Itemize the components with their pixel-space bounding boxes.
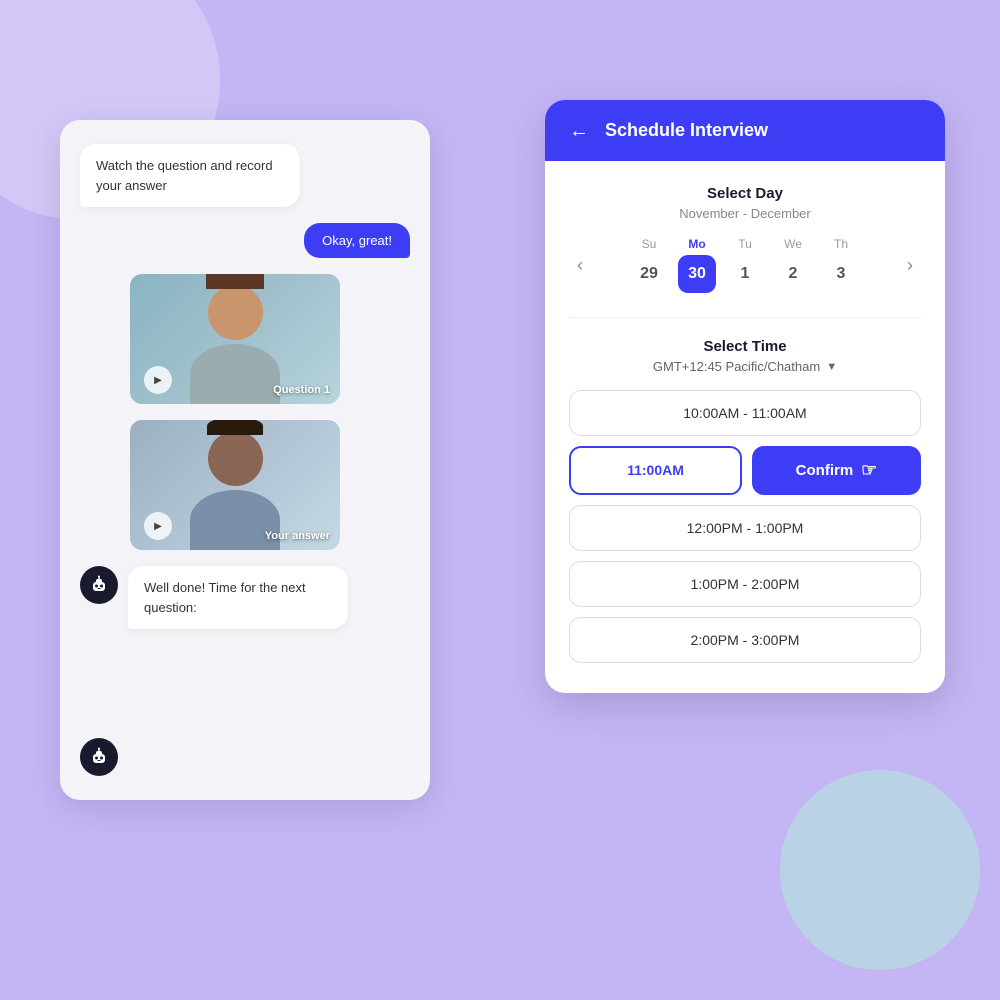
time-slot-1-label: 10:00AM - 11:00AM bbox=[683, 405, 806, 421]
time-slot-1[interactable]: 10:00AM - 11:00AM bbox=[569, 390, 921, 436]
day-section-title: Select Day bbox=[569, 185, 921, 202]
back-button[interactable]: ← bbox=[569, 121, 589, 141]
day-name-we: We bbox=[784, 237, 802, 251]
day-num-tu: 1 bbox=[726, 255, 764, 293]
selected-time-button[interactable]: 11:00AM bbox=[569, 446, 742, 495]
day-item-we[interactable]: We 2 bbox=[773, 237, 813, 293]
confirm-button[interactable]: Confirm ☞ bbox=[752, 446, 921, 495]
day-name-th: Th bbox=[834, 237, 848, 251]
time-slot-3-label: 12:00PM - 1:00PM bbox=[687, 520, 804, 536]
divider bbox=[569, 317, 921, 318]
bot-icon bbox=[89, 575, 109, 595]
schedule-title: Schedule Interview bbox=[605, 120, 768, 141]
schedule-body: Select Day November - December ‹ Su 29 M… bbox=[545, 161, 945, 693]
bot-avatar-2 bbox=[80, 738, 118, 776]
day-item-mo[interactable]: Mo 30 bbox=[677, 237, 717, 293]
head-female bbox=[208, 285, 263, 340]
timezone-row[interactable]: GMT+12:45 Pacific/Chatham ▼ bbox=[569, 359, 921, 374]
selected-time-label: 11:00AM bbox=[627, 462, 684, 478]
day-num-su: 29 bbox=[630, 255, 668, 293]
schedule-card: ← Schedule Interview Select Day November… bbox=[545, 100, 945, 693]
chat-card: Watch the question and record your answe… bbox=[60, 120, 430, 800]
confirm-label: Confirm bbox=[796, 462, 854, 479]
time-slot-4[interactable]: 1:00PM - 2:00PM bbox=[569, 561, 921, 607]
timezone-dropdown-icon: ▼ bbox=[826, 361, 837, 373]
day-name-tu: Tu bbox=[738, 237, 752, 251]
person-female bbox=[190, 274, 280, 404]
schedule-header: ← Schedule Interview bbox=[545, 100, 945, 161]
video-question[interactable]: ▶ Question 1 bbox=[130, 274, 340, 404]
day-item-su[interactable]: Su 29 bbox=[629, 237, 669, 293]
bot-bubble-1: Watch the question and record your answe… bbox=[80, 144, 300, 207]
video-answer-label: Your answer bbox=[265, 530, 330, 542]
body-female bbox=[190, 344, 280, 404]
day-item-tu[interactable]: Tu 1 bbox=[725, 237, 765, 293]
video-question-label: Question 1 bbox=[273, 384, 330, 396]
hair-male bbox=[207, 420, 263, 435]
bot-avatar bbox=[80, 566, 118, 604]
time-slot-5-label: 2:00PM - 3:00PM bbox=[691, 632, 800, 648]
day-num-we: 2 bbox=[774, 255, 812, 293]
user-message-row: Okay, great! bbox=[80, 223, 410, 258]
head-male bbox=[208, 431, 263, 486]
user-bubble: Okay, great! bbox=[304, 223, 410, 258]
time-slot-4-label: 1:00PM - 2:00PM bbox=[691, 576, 800, 592]
day-name-mo: Mo bbox=[688, 237, 705, 251]
time-slot-3[interactable]: 12:00PM - 1:00PM bbox=[569, 505, 921, 551]
day-item-th[interactable]: Th 3 bbox=[821, 237, 861, 293]
time-confirm-row: 11:00AM Confirm ☞ bbox=[569, 446, 921, 495]
timezone-text: GMT+12:45 Pacific/Chatham bbox=[653, 359, 820, 374]
video-answer[interactable]: ▶ Your answer bbox=[130, 420, 340, 550]
bot-message-row-1: Watch the question and record your answe… bbox=[80, 144, 410, 207]
day-next-button[interactable]: › bbox=[899, 251, 921, 280]
time-slot-5[interactable]: 2:00PM - 3:00PM bbox=[569, 617, 921, 663]
day-name-su: Su bbox=[642, 237, 657, 251]
play-button-question[interactable]: ▶ bbox=[144, 366, 172, 394]
play-button-answer[interactable]: ▶ bbox=[144, 512, 172, 540]
bot-message-row-2: Well done! Time for the next question: bbox=[80, 566, 410, 629]
time-section-title: Select Time bbox=[569, 338, 921, 355]
cursor-icon: ☞ bbox=[861, 460, 877, 481]
day-prev-button[interactable]: ‹ bbox=[569, 251, 591, 280]
hair-female bbox=[206, 274, 264, 289]
day-num-th: 3 bbox=[822, 255, 860, 293]
day-num-mo: 30 bbox=[678, 255, 716, 293]
day-section-subtitle: November - December bbox=[569, 206, 921, 221]
bot-bubble-2: Well done! Time for the next question: bbox=[128, 566, 348, 629]
days-grid: Su 29 Mo 30 Tu 1 We 2 Th 3 bbox=[629, 237, 861, 293]
day-selector: ‹ Su 29 Mo 30 Tu 1 We 2 bbox=[569, 237, 921, 293]
bot-icon-2 bbox=[89, 747, 109, 767]
bot-avatar-row-2 bbox=[80, 738, 410, 776]
bg-decoration-bottom-right bbox=[780, 770, 980, 970]
